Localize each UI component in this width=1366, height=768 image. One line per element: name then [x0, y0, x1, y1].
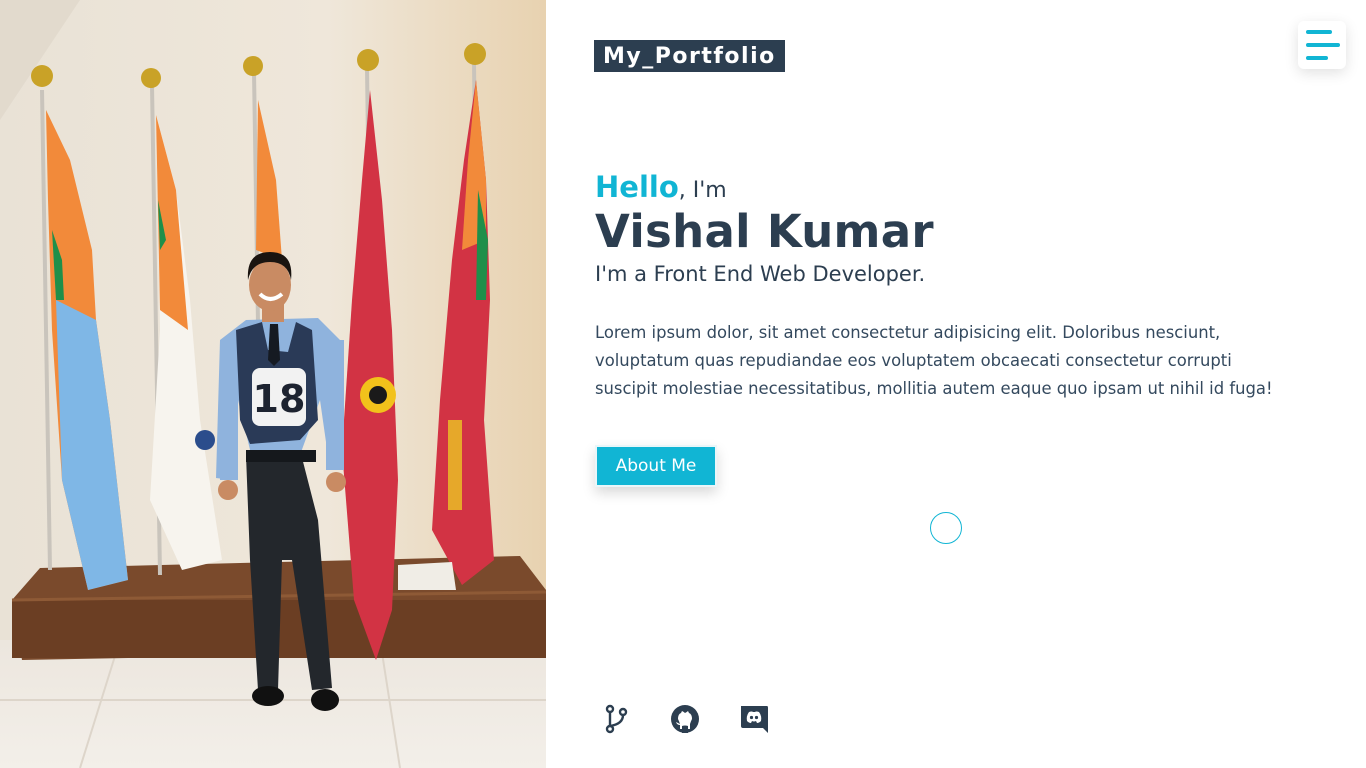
site-logo[interactable]: My_Portfolio: [594, 40, 785, 72]
hero-section: Hello, I'm Vishal Kumar I'm a Front End …: [595, 168, 1285, 403]
bib-number-label: 18: [253, 377, 306, 421]
greeting: Hello, I'm: [595, 168, 1285, 210]
hello-text: Hello: [595, 170, 679, 204]
profile-photo: 18: [0, 0, 546, 768]
git-branch-icon: [605, 704, 628, 734]
hero-name: Vishal Kumar: [595, 205, 934, 258]
discord-link[interactable]: [737, 702, 771, 736]
github-icon: [671, 705, 699, 733]
scroll-indicator-ring: [930, 512, 962, 544]
github-link[interactable]: [668, 702, 702, 736]
hero-description: Lorem ipsum dolor, sit amet consectetur …: [595, 323, 1273, 398]
greeting-rest: , I'm: [678, 178, 727, 203]
about-me-button[interactable]: About Me: [595, 445, 717, 487]
menu-toggle-button[interactable]: [1298, 21, 1346, 69]
git-branch-link[interactable]: [600, 702, 634, 736]
discord-icon: [741, 706, 768, 733]
hero-role: I'm a Front End Web Developer.: [595, 262, 926, 286]
